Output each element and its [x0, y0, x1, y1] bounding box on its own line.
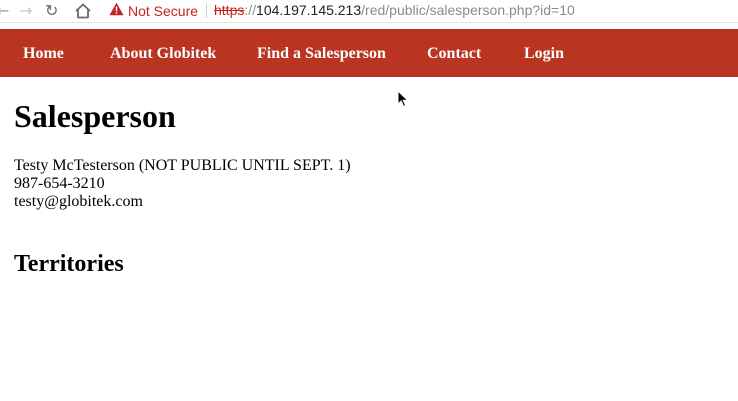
salesperson-name: Testy McTesterson (NOT PUBLIC UNTIL SEPT…	[14, 157, 351, 174]
page-title: Salesperson	[14, 98, 176, 134]
nav-find-salesperson-link[interactable]: Find a Salesperson	[257, 45, 386, 63]
nav-home-link[interactable]: Home	[23, 45, 64, 63]
security-label: Not Secure	[128, 2, 199, 19]
browser-toolbar: ← → ↻ Not Secure https://104.197.145.213…	[0, 0, 738, 23]
url-separator: ://	[244, 2, 257, 18]
back-arrow-icon[interactable]: ←	[0, 0, 9, 22]
home-icon[interactable]	[74, 3, 92, 24]
warning-icon	[109, 2, 124, 19]
address-bar[interactable]: https://104.197.145.213/red/public/sales…	[214, 2, 575, 18]
url-scheme: https	[214, 2, 245, 18]
main-navigation: Home About Globitek Find a Salesperson C…	[0, 29, 738, 77]
forward-arrow-icon[interactable]: →	[19, 0, 32, 22]
salesperson-details: Testy McTesterson (NOT PUBLIC UNTIL SEPT…	[14, 157, 714, 211]
salesperson-phone: 987-654-3210	[14, 175, 105, 192]
territories-heading: Territories	[14, 251, 124, 277]
reload-icon[interactable]: ↻	[45, 0, 58, 22]
nav-login-link[interactable]: Login	[524, 45, 564, 63]
url-path: /red/public/salesperson.php?id=10	[361, 2, 575, 18]
address-divider	[206, 4, 207, 18]
nav-about-link[interactable]: About Globitek	[110, 45, 216, 63]
url-host: 104.197.145.213	[256, 2, 362, 18]
mouse-cursor-icon	[397, 89, 409, 113]
security-indicator[interactable]: Not Secure	[109, 2, 198, 19]
main-content: Salesperson Testy McTesterson (NOT PUBLI…	[14, 96, 714, 278]
salesperson-email: testy@globitek.com	[14, 193, 143, 210]
nav-contact-link[interactable]: Contact	[427, 45, 481, 63]
